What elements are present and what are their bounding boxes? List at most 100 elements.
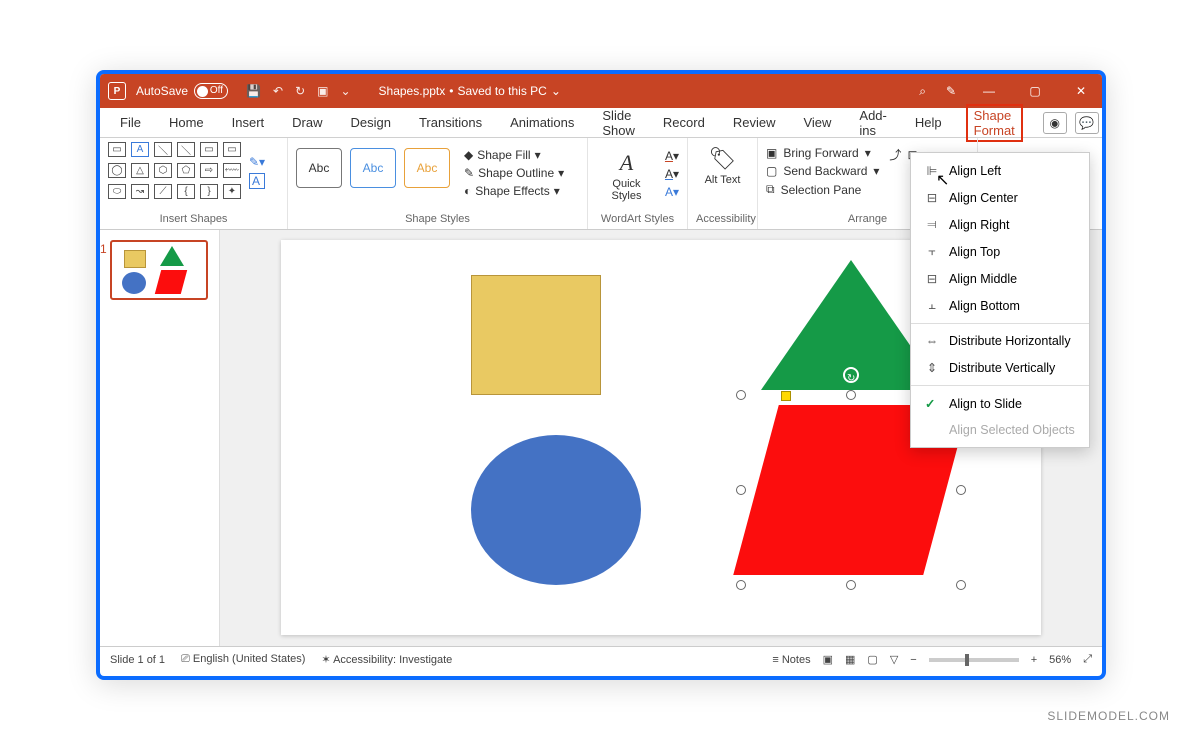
rotate-icon[interactable]: ⤴ [889,146,901,163]
title-chevron-icon[interactable]: ⌄ [551,84,561,98]
watermark: SLIDEMODEL.COM [1047,709,1170,723]
save-icon[interactable]: 💾 [246,84,261,98]
tab-insert[interactable]: Insert [228,113,269,132]
qat-dropdown-icon[interactable]: ⌄ [340,84,350,98]
distribute-vertically-item[interactable]: ⇕Distribute Vertically [911,354,1089,381]
menu-separator [911,323,1089,324]
shape-effects-button[interactable]: ◐Shape Effects ▾ [464,184,564,198]
slide-counter[interactable]: Slide 1 of 1 [110,654,165,666]
slide-sorter-icon[interactable]: ▦ [845,653,855,666]
tab-transitions[interactable]: Transitions [415,113,486,132]
tab-draw[interactable]: Draw [288,113,326,132]
tab-file[interactable]: File [116,113,145,132]
tab-help[interactable]: Help [911,113,946,132]
redo-icon[interactable]: ↻ [295,84,305,98]
text-effects-icon[interactable]: A▾ [665,185,679,199]
resize-handle[interactable] [736,390,746,400]
group-label: Shape Styles [296,213,579,227]
distribute-h-icon: ⇔ [925,334,939,348]
tab-addins[interactable]: Add-ins [855,106,890,140]
rotate-handle-icon[interactable]: ↻ [843,367,859,383]
alt-text-button[interactable]: 🏷 Alt Text [696,142,749,186]
slideshow-view-icon[interactable]: ▽ [890,653,898,666]
tab-design[interactable]: Design [347,113,395,132]
align-top-item[interactable]: ⫟Align Top [911,238,1089,265]
maximize-button[interactable]: ▢ [1022,84,1048,98]
group-label: WordArt Styles [596,213,679,227]
distribute-horizontally-item[interactable]: ⇔Distribute Horizontally [911,328,1089,354]
resize-handle[interactable] [956,580,966,590]
minimize-button[interactable]: — [976,84,1002,98]
send-backward-button[interactable]: ▢Send Backward ▾ [766,164,879,178]
resize-handle[interactable] [736,580,746,590]
titlebar: P AutoSave Off 💾 ↶ ↻ ▣ ⌄ Shapes.pptx • S… [100,74,1102,108]
shapes-gallery[interactable]: ▭A＼＼▭▭ ◯△⬡⬠⇨⬳ ⬭↝⟋{}✦ [108,142,243,202]
tab-slideshow[interactable]: Slide Show [598,106,639,140]
alt-text-icon: 🏷 [709,146,737,172]
zoom-level[interactable]: 56% [1049,654,1071,666]
tab-record[interactable]: Record [659,113,709,132]
text-box-icon[interactable]: A [249,173,265,189]
adjust-handle[interactable] [781,391,791,401]
record-indicator-icon[interactable]: ◉ [1043,112,1067,134]
normal-view-icon[interactable]: ▣ [823,653,833,666]
group-insert-shapes: ▭A＼＼▭▭ ◯△⬡⬠⇨⬳ ⬭↝⟋{}✦ ✎▾ A Insert Shapes [100,138,288,229]
selection-pane-button[interactable]: ⧉Selection Pane [766,182,879,197]
language-indicator[interactable]: ⎚ English (United States) [181,653,305,666]
slide-thumbnail[interactable]: 1 [110,240,208,300]
align-middle-icon: ⊟ [925,271,939,286]
toggle-switch[interactable]: Off [194,83,228,99]
check-icon: ✓ [925,396,939,411]
yellow-rectangle-shape[interactable] [471,275,601,395]
align-center-item[interactable]: ⊟Align Center [911,184,1089,211]
align-right-icon: ⫤ [925,217,939,232]
accessibility-checker[interactable]: ✶ Accessibility: Investigate [321,653,452,666]
tab-home[interactable]: Home [165,113,208,132]
text-outline-icon[interactable]: A▾ [665,167,679,181]
align-right-item[interactable]: ⫤Align Right [911,211,1089,238]
bring-forward-button[interactable]: ▣Bring Forward ▾ [766,146,879,160]
align-middle-item[interactable]: ⊟Align Middle [911,265,1089,292]
thumbnail-number: 1 [100,242,107,256]
save-status: Saved to this PC [457,84,546,98]
group-accessibility: 🏷 Alt Text Accessibility [688,138,758,229]
tab-review[interactable]: Review [729,113,780,132]
bring-forward-icon: ▣ [766,146,777,160]
align-to-slide-item[interactable]: ✓Align to Slide [911,390,1089,417]
comments-button[interactable]: 💬 [1075,112,1099,134]
resize-handle[interactable] [736,485,746,495]
close-button[interactable]: ✕ [1068,84,1094,98]
align-bottom-item[interactable]: ⫠Align Bottom [911,292,1089,319]
draw-mode-icon[interactable]: ✎ [946,84,956,98]
autosave-toggle[interactable]: AutoSave Off [136,83,228,99]
slideshow-icon[interactable]: ▣ [317,84,328,98]
document-title[interactable]: Shapes.pptx • Saved to this PC ⌄ [379,84,561,98]
edit-shape-icon[interactable]: ✎▾ [249,155,265,169]
text-fill-icon[interactable]: A▾ [665,149,679,163]
blue-circle-shape[interactable] [471,435,641,585]
zoom-out-icon[interactable]: − [910,654,916,666]
zoom-slider[interactable] [929,658,1019,662]
tab-view[interactable]: View [799,113,835,132]
send-backward-icon: ▢ [766,164,777,178]
group-wordart-styles: A Quick Styles A▾ A▾ A▾ WordArt Styles [588,138,688,229]
resize-handle[interactable] [846,580,856,590]
resize-handle[interactable] [956,485,966,495]
undo-icon[interactable]: ↶ [273,84,283,98]
tab-shape-format[interactable]: Shape Format [966,104,1023,142]
zoom-in-icon[interactable]: + [1031,654,1037,666]
resize-handle[interactable] [846,390,856,400]
align-top-icon: ⫟ [925,244,939,259]
style-gallery[interactable]: Abc Abc Abc [296,148,450,188]
filename: Shapes.pptx [379,84,446,98]
align-left-item[interactable]: ⊫Align Left [911,157,1089,184]
shape-outline-button[interactable]: ✎Shape Outline ▾ [464,166,564,180]
tab-animations[interactable]: Animations [506,113,578,132]
quick-styles-button[interactable]: A Quick Styles [596,146,657,202]
wordart-a-icon: A [620,150,633,176]
search-icon[interactable]: ⌕ [919,84,926,99]
reading-view-icon[interactable]: ▢ [867,653,877,666]
fit-to-window-icon[interactable]: ⤢ [1083,653,1092,666]
shape-fill-button[interactable]: ◆Shape Fill ▾ [464,148,564,162]
notes-button[interactable]: ≡ Notes [772,654,810,666]
